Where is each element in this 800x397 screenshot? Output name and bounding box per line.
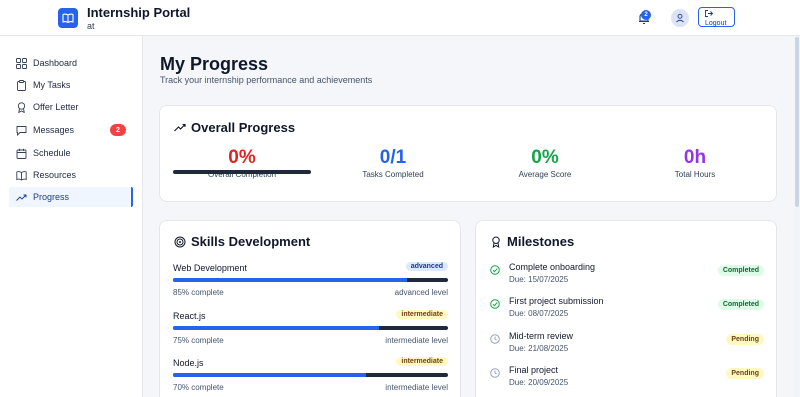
sidebar-item-progress[interactable]: Progress (9, 187, 133, 207)
stat-value: 0% (531, 147, 559, 168)
logout-icon (705, 10, 714, 17)
trending-up-icon (174, 122, 186, 134)
stat-overall-completion: 0% Overall Completion (167, 147, 317, 179)
app-title: Internship Portal (87, 5, 191, 20)
check-circle-icon (490, 265, 500, 275)
stat-label: Average Score (518, 170, 572, 179)
sidebar-item-label: My Tasks (33, 80, 71, 90)
sidebar-item-messages[interactable]: Messages 2 (9, 120, 133, 140)
sidebar-item-label: Resources (33, 170, 77, 180)
stat-value: 0/1 (379, 147, 407, 168)
milestone-due: Due: 21/08/2025 (509, 344, 569, 353)
skill-progress-fill (173, 326, 380, 330)
page-subtitle: Track your internship performance and ac… (160, 75, 373, 85)
milestones-title: Milestones (490, 234, 574, 249)
milestone-due: Due: 15/07/2025 (509, 275, 569, 284)
overall-completion-progress-bar (173, 170, 311, 174)
milestone-item: Complete onboarding Due: 15/07/2025 Comp… (490, 262, 764, 292)
skill-percent: 70% complete (173, 383, 224, 392)
app-subtitle: at (87, 21, 95, 31)
messages-count-badge: 2 (110, 124, 126, 136)
message-icon (15, 124, 27, 136)
skill-level: intermediate level (385, 336, 448, 345)
milestone-status-badge: Pending (726, 368, 764, 379)
milestone-status-badge: Completed (717, 265, 764, 276)
clipboard-icon (15, 79, 27, 91)
stat-value: 0% (228, 147, 256, 168)
stat-tasks-completed: 0/1 Tasks Completed (318, 147, 468, 179)
skills-development-card: Skills Development Web Development advan… (159, 220, 461, 397)
skill-percent: 75% complete (173, 336, 224, 345)
clock-icon (490, 334, 500, 344)
stat-label: Total Hours (674, 170, 716, 179)
overall-progress-card: Overall Progress 0% Overall Completion 0… (159, 105, 777, 202)
stat-average-score: 0% Average Score (470, 147, 620, 179)
milestone-title: Mid-term review (509, 331, 574, 341)
page-title: My Progress (160, 54, 269, 74)
skill-name: Node.js (173, 358, 204, 368)
skill-level: advanced level (394, 288, 448, 297)
skills-development-label: Skills Development (191, 234, 311, 249)
milestone-title: Complete onboarding (509, 262, 596, 272)
target-icon (174, 236, 186, 248)
skill-percent: 85% complete (173, 288, 224, 297)
milestone-title: Final project (509, 365, 559, 375)
skill-level: intermediate level (385, 383, 448, 392)
overall-progress-label: Overall Progress (191, 120, 296, 135)
skill-level-badge: advanced (405, 262, 448, 271)
sidebar: Dashboard My Tasks Offer Letter Messages… (0, 36, 143, 397)
page-scrollbar-thumb[interactable] (795, 37, 799, 207)
milestone-item: First project submission Due: 08/07/2025… (490, 296, 764, 326)
milestone-status-badge: Pending (726, 334, 764, 345)
user-avatar[interactable] (671, 9, 689, 27)
sidebar-item-offer-letter[interactable]: Offer Letter (9, 97, 133, 117)
milestones-card: Milestones Complete onboarding Due: 15/0… (475, 220, 777, 397)
trending-up-icon (15, 191, 27, 203)
milestone-due: Due: 08/07/2025 (509, 309, 569, 318)
sidebar-item-label: Dashboard (33, 58, 78, 68)
skill-name: Web Development (173, 263, 247, 273)
sidebar-item-resources[interactable]: Resources (9, 165, 133, 185)
stat-label: Tasks Completed (362, 170, 424, 179)
notification-badge: 2 (641, 10, 651, 20)
sidebar-item-dashboard[interactable]: Dashboard (9, 53, 133, 73)
sidebar-item-label: Messages (33, 125, 75, 135)
milestones-label: Milestones (507, 234, 575, 249)
logout-label: Logout (705, 20, 727, 27)
skill-name: React.js (173, 311, 206, 321)
skill-progress-bar (173, 326, 448, 330)
skills-development-title: Skills Development (174, 234, 310, 249)
skill-level-badge: intermediate (396, 310, 448, 319)
skill-progress-bar (173, 373, 448, 377)
calendar-icon (15, 147, 27, 159)
book-icon (15, 169, 27, 181)
sidebar-item-schedule[interactable]: Schedule (9, 143, 133, 163)
milestone-item: Final project Due: 20/09/2025 Pending (490, 365, 764, 395)
milestone-due: Due: 20/09/2025 (509, 378, 569, 387)
milestone-title: First project submission (509, 296, 604, 306)
sidebar-item-label: Schedule (33, 148, 71, 158)
milestone-status-badge: Completed (717, 299, 764, 310)
top-header: Internship Portal at 2 Logout (0, 0, 800, 36)
logout-button[interactable]: Logout (698, 7, 735, 27)
clock-icon (490, 368, 500, 378)
user-icon (676, 13, 684, 23)
award-icon (15, 101, 27, 113)
sidebar-item-label: Offer Letter (33, 102, 79, 112)
skill-level-badge: intermediate (396, 357, 448, 366)
skill-progress-bar (173, 278, 448, 282)
stat-value: 0h (683, 147, 707, 168)
grid-icon (15, 57, 27, 69)
award-icon (490, 235, 502, 248)
overall-progress-title: Overall Progress (174, 120, 295, 135)
book-open-icon[interactable] (58, 8, 78, 28)
skill-progress-fill (173, 278, 407, 282)
sidebar-item-label: Progress (33, 192, 70, 202)
skill-progress-fill (173, 373, 366, 377)
sidebar-item-my-tasks[interactable]: My Tasks (9, 75, 133, 95)
check-circle-icon (490, 299, 500, 309)
milestone-item: Mid-term review Due: 21/08/2025 Pending (490, 331, 764, 361)
stat-total-hours: 0h Total Hours (620, 147, 770, 179)
